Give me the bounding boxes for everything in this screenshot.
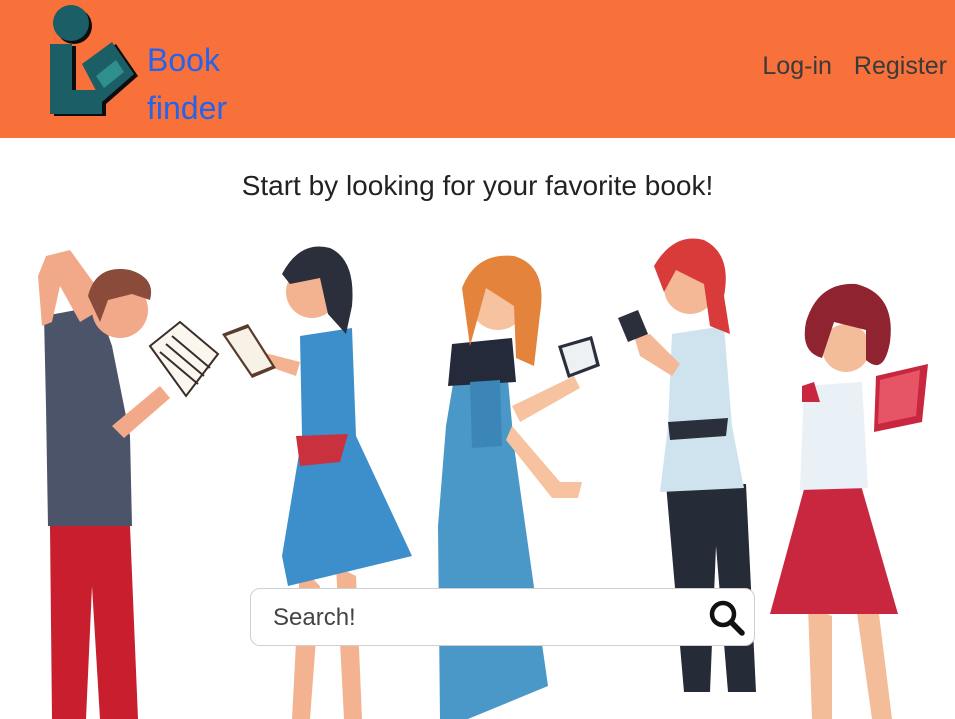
page-tagline: Start by looking for your favorite book!	[241, 170, 714, 201]
search-icon	[709, 600, 745, 636]
reader-woman-blue-dress-figure	[222, 246, 412, 719]
brand-link[interactable]: Book finder	[147, 36, 257, 132]
reader-woman-overalls-figure	[438, 255, 600, 719]
reader-man-figure	[38, 250, 220, 719]
navbar: Book finder Log-in Register	[0, 0, 955, 138]
brand-line-2: finder	[147, 90, 228, 126]
login-link[interactable]: Log-in	[762, 52, 832, 81]
search-box	[250, 588, 755, 646]
register-link[interactable]: Register	[854, 52, 947, 81]
book-finder-logo[interactable]	[46, 4, 142, 122]
search-input[interactable]	[271, 598, 695, 638]
nav-links: Log-in Register	[762, 52, 947, 81]
reader-woman-red-skirt-figure	[770, 283, 928, 719]
brand-line-1: Book	[147, 42, 220, 78]
search-button[interactable]	[706, 597, 748, 637]
